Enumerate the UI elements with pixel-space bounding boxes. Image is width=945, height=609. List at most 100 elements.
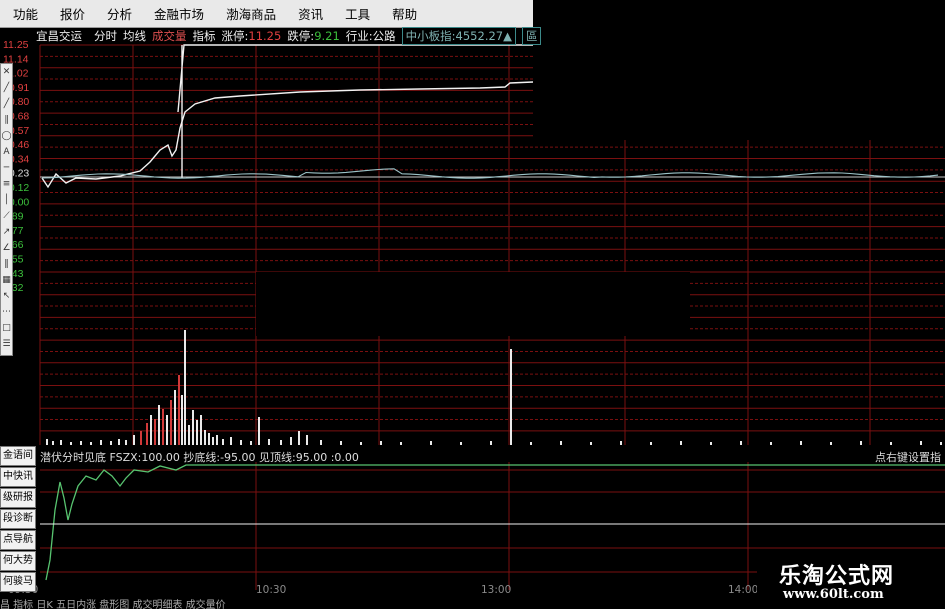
limit-up-label: 涨停:	[221, 29, 249, 43]
volume-bar	[204, 430, 206, 445]
volume-bar	[170, 400, 172, 445]
text-icon[interactable]: A	[1, 144, 12, 160]
menu-item-7[interactable]: 帮助	[379, 4, 426, 23]
volume-bar	[650, 442, 652, 445]
side-button-6[interactable]: 何骏马	[0, 572, 36, 592]
volume-bar	[110, 441, 112, 445]
stock-name: 宜昌交运	[36, 29, 82, 43]
volume-bar	[184, 330, 186, 445]
angle-icon[interactable]: ∠	[1, 240, 12, 256]
menu-item-2[interactable]: 分析	[94, 4, 141, 23]
bottom-tabs: 昌 指标 日K 五日内涨 盘形图 成交明细表 成交量价	[0, 600, 226, 609]
vertical-icon[interactable]: │	[1, 192, 12, 208]
industry-label: 行业:公路	[345, 29, 396, 43]
time-tick-label: 13:00	[481, 584, 511, 596]
volume-bar	[208, 433, 210, 445]
volume-bar	[240, 440, 242, 445]
volume-bar	[158, 405, 160, 445]
volume-bar	[490, 441, 492, 445]
indicator-label[interactable]: 指标	[193, 28, 216, 44]
volume-bar	[192, 410, 194, 445]
volume-bar	[590, 442, 592, 445]
side-button-5[interactable]: 何大势	[0, 551, 36, 571]
close-icon[interactable]: ✕	[1, 64, 12, 80]
side-button-0[interactable]: 金语间	[0, 446, 36, 466]
price-tick-label: 11.25	[3, 39, 29, 51]
volume-bar	[430, 441, 432, 445]
index-box[interactable]: 中小板指:4552.27▲	[401, 27, 516, 45]
volume-bar	[60, 440, 62, 445]
watermark-name: 乐淘公式网	[779, 564, 895, 589]
tab-junxian[interactable]: 均线	[123, 28, 146, 44]
arrow-icon[interactable]: ↗	[1, 224, 12, 240]
extra-box[interactable]: 區	[521, 27, 542, 45]
volume-bar	[290, 437, 292, 445]
time-axis: 09:3010:3013:0014:00	[8, 584, 758, 596]
more-icon[interactable]: ⋯	[1, 304, 12, 320]
volume-bar	[181, 395, 183, 445]
indicator-title: 潜伏分时见底 FSZX:100.00 抄底线:-95.00 见顶线:95.00 …	[40, 451, 359, 464]
tab-fenshi[interactable]: 分时	[94, 28, 117, 44]
side-button-1[interactable]: 中快讯	[0, 467, 36, 487]
volume-bar	[133, 435, 135, 445]
volume-bar	[298, 431, 300, 445]
redacted-overlay-top-right	[533, 0, 945, 140]
grid-icon[interactable]: ▦	[1, 272, 12, 288]
intraday-chart[interactable]: 11.2511.1411.0210.9110.8010.6810.5710.46…	[0, 0, 945, 609]
volume-bar	[174, 390, 176, 445]
volume-bar	[680, 441, 682, 445]
indicator-hint: 点右键设置指	[875, 451, 941, 464]
menu-item-3[interactable]: 金融市场	[141, 4, 213, 23]
volume-bar	[620, 441, 622, 445]
menu-icon[interactable]: ☰	[1, 336, 12, 352]
ray-icon[interactable]: ╱	[1, 96, 12, 112]
volume-bar	[212, 437, 214, 445]
volume-bar	[380, 441, 382, 445]
limit-down-value: 9.21	[314, 29, 340, 43]
horizontal-icon[interactable]: ─	[1, 160, 12, 176]
box-icon[interactable]: □	[1, 320, 12, 336]
side-button-3[interactable]: 段诊断	[0, 509, 36, 529]
line-icon[interactable]: ╱	[1, 80, 12, 96]
time-tick-label: 14:00	[728, 584, 758, 596]
watermark-url: www.60lt.com	[783, 587, 884, 602]
volume-label[interactable]: 成交量	[152, 28, 187, 44]
volume-bar	[70, 442, 72, 445]
limit-up-value: 11.25	[248, 29, 282, 43]
volume-bar	[166, 415, 168, 445]
volume-bar	[146, 423, 148, 445]
menu-item-0[interactable]: 功能	[0, 4, 47, 23]
volume-bar	[510, 349, 512, 445]
volume-bar	[860, 441, 862, 445]
volume-bar	[740, 441, 742, 445]
menu-item-6[interactable]: 工具	[332, 4, 379, 23]
volume-bar	[258, 417, 260, 445]
volume-bar	[940, 442, 942, 445]
volume-bar	[162, 409, 164, 445]
volume-bar	[340, 441, 342, 445]
split-icon[interactable]: ‖	[1, 256, 12, 272]
volume-bar	[800, 441, 802, 445]
limit-down-label: 跌停:	[287, 29, 315, 43]
cursor-icon[interactable]: ↖	[1, 288, 12, 304]
volume-bar	[320, 440, 322, 445]
volume-bar	[178, 375, 180, 445]
channel-icon[interactable]: ≡	[1, 176, 12, 192]
volume-bar	[920, 441, 922, 445]
side-button-4[interactable]: 点导航	[0, 530, 36, 550]
parallel-icon[interactable]: ∥	[1, 112, 12, 128]
menu-item-5[interactable]: 资讯	[285, 4, 332, 23]
volume-bar	[890, 442, 892, 445]
menu-bar: 功能 报价 分析 金融市场 渤海商品 资讯 工具 帮助	[0, 0, 533, 28]
volume-bar	[360, 442, 362, 445]
volume-bar	[530, 442, 532, 445]
volume-bar	[230, 437, 232, 445]
volume-bar	[125, 440, 127, 445]
side-button-2[interactable]: 级研报	[0, 488, 36, 508]
circle-icon[interactable]: ◯	[1, 128, 12, 144]
fan-icon[interactable]: ⟋	[1, 208, 12, 224]
volume-bar	[710, 442, 712, 445]
menu-item-1[interactable]: 报价	[47, 4, 94, 23]
menu-item-4[interactable]: 渤海商品	[213, 4, 285, 23]
volume-bar	[90, 442, 92, 445]
